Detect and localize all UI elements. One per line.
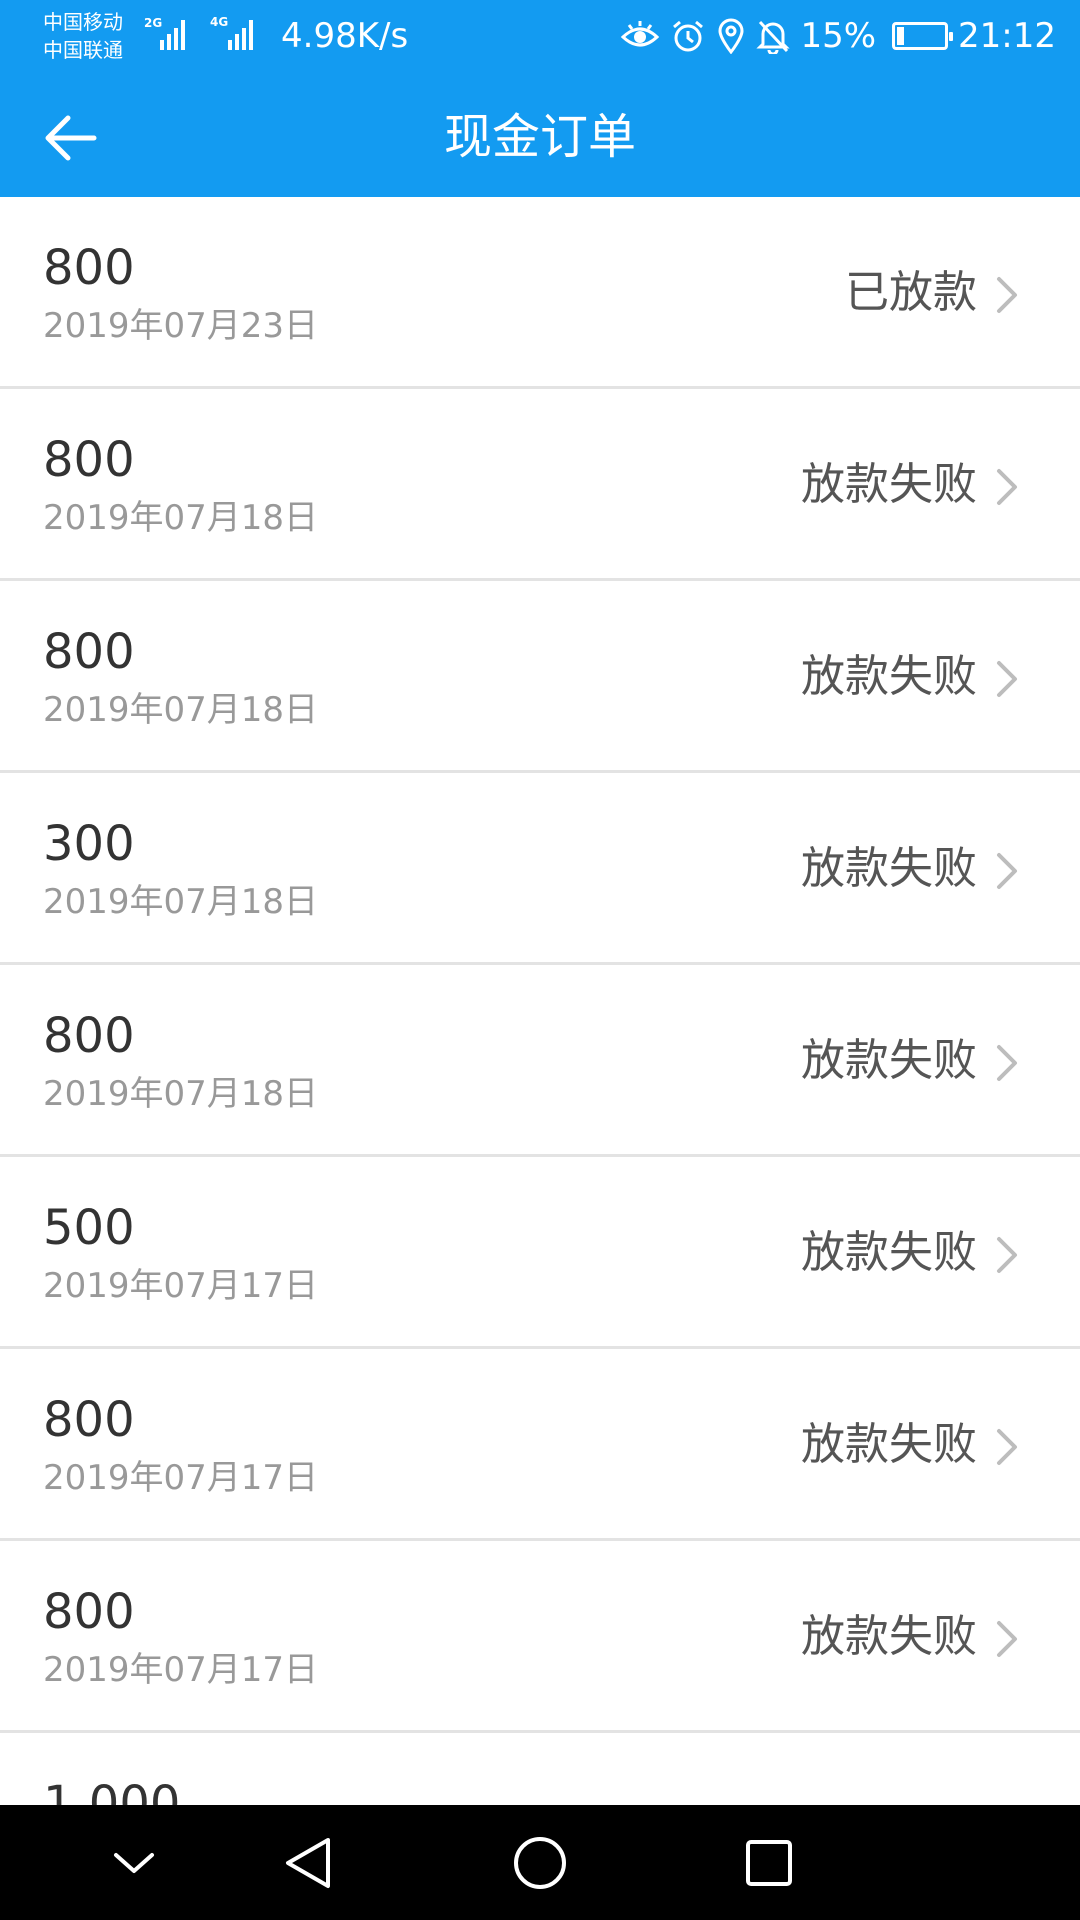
chevron-down-icon [114, 1853, 154, 1873]
order-row[interactable]: 300 2019年07月18日 放款失败 [0, 773, 1080, 965]
carrier-2: 中国联通 [43, 38, 123, 62]
order-list[interactable]: 800 2019年07月23日 已放款 800 2019年07月18日 放款失败 800 20… [0, 197, 1080, 1805]
order-status: 放款失败 [801, 843, 977, 894]
hide-keyboard-button[interactable] [98, 1827, 170, 1899]
order-row[interactable]: 800 2019年07月18日 放款失败 [0, 389, 1080, 581]
order-status: 放款失败 [801, 1611, 977, 1662]
order-status: 放款失败 [801, 1227, 977, 1278]
order-amount: 1,000 [43, 1776, 181, 1805]
order-row[interactable]: 500 2019年07月17日 放款失败 [0, 1157, 1080, 1349]
location-icon [718, 18, 744, 54]
order-amount: 800 [43, 1584, 135, 1640]
chevron-right-icon [997, 853, 1017, 889]
status-icons: 15% 21:12 [620, 14, 1056, 58]
nav-home-button[interactable] [504, 1827, 576, 1899]
order-date: 2019年07月17日 [43, 1650, 319, 1690]
order-amount: 800 [43, 1392, 135, 1448]
order-amount: 800 [43, 624, 135, 680]
order-date: 2019年07月18日 [43, 690, 319, 730]
order-row[interactable]: 1,000 [0, 1733, 1080, 1805]
recents-square-icon [746, 1840, 792, 1886]
battery-level [897, 27, 905, 45]
order-row[interactable]: 800 2019年07月23日 已放款 [0, 197, 1080, 389]
order-date: 2019年07月18日 [43, 882, 319, 922]
chevron-right-icon [997, 1621, 1017, 1657]
nav-back-button[interactable] [272, 1827, 344, 1899]
order-row[interactable]: 800 2019年07月18日 放款失败 [0, 581, 1080, 773]
order-amount: 500 [43, 1200, 135, 1256]
chevron-right-icon [997, 277, 1017, 313]
order-amount: 800 [43, 1008, 135, 1064]
chevron-right-icon [997, 1237, 1017, 1273]
status-bar: 中国移动 中国联通 2G 4G 4.98K/s 15% 21:12 [0, 0, 1080, 76]
chevron-right-icon [997, 661, 1017, 697]
app-header: 中国移动 中国联通 2G 4G 4.98K/s 15% 21:12 现金订单 [0, 0, 1080, 197]
chevron-right-icon [997, 469, 1017, 505]
back-triangle-icon [286, 1838, 330, 1888]
order-amount: 800 [43, 432, 135, 488]
home-circle-icon [514, 1837, 566, 1889]
order-date: 2019年07月18日 [43, 1074, 319, 1114]
network-type-2: 4G [210, 15, 229, 29]
order-row[interactable]: 800 2019年07月17日 放款失败 [0, 1541, 1080, 1733]
order-row[interactable]: 800 2019年07月17日 放款失败 [0, 1349, 1080, 1541]
alarm-icon [673, 20, 704, 52]
order-row[interactable]: 800 2019年07月18日 放款失败 [0, 965, 1080, 1157]
clock: 21:12 [958, 16, 1056, 56]
mute-notification-icon [756, 20, 791, 54]
order-status: 放款失败 [801, 1035, 977, 1086]
order-status: 已放款 [845, 267, 977, 318]
order-status: 放款失败 [801, 1419, 977, 1470]
page-title: 现金订单 [443, 109, 636, 165]
title-bar: 现金订单 [0, 76, 1080, 197]
nav-recents-button[interactable] [733, 1827, 805, 1899]
chevron-right-icon [997, 1429, 1017, 1465]
order-amount: 800 [43, 240, 135, 296]
order-date: 2019年07月17日 [43, 1458, 319, 1498]
network-speed: 4.98K/s [281, 16, 409, 56]
order-status: 放款失败 [801, 651, 977, 702]
order-amount: 300 [43, 816, 135, 872]
navigation-bar [0, 1805, 1080, 1920]
order-date: 2019年07月18日 [43, 498, 319, 538]
signal-1-icon [160, 18, 185, 50]
eye-icon [621, 21, 660, 47]
signal-2-icon [228, 18, 253, 50]
chevron-right-icon [997, 1045, 1017, 1081]
order-status: 放款失败 [801, 459, 977, 510]
battery-charging-icon [892, 22, 954, 50]
order-date: 2019年07月23日 [43, 306, 319, 346]
order-date: 2019年07月17日 [43, 1266, 319, 1306]
battery-percent: 15% [800, 16, 877, 56]
